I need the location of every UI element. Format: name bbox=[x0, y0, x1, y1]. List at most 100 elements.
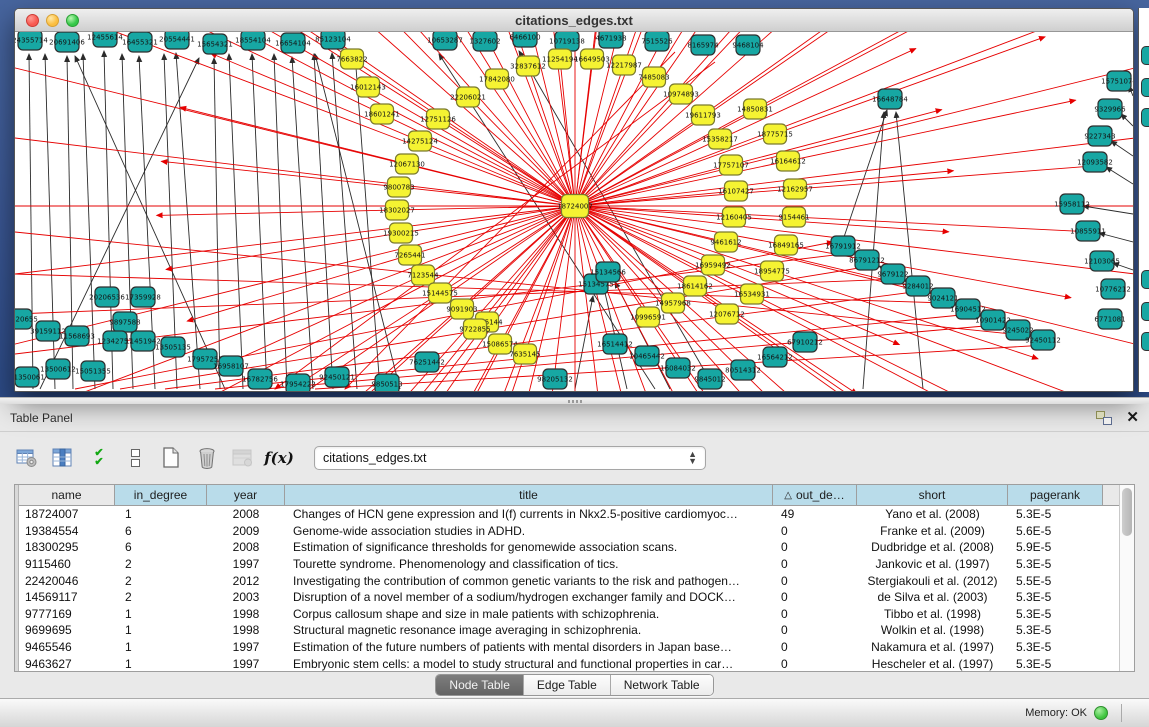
cell-in_degree[interactable]: 2 bbox=[115, 556, 207, 573]
graph-node[interactable]: 16455321 bbox=[122, 32, 158, 52]
graph-node[interactable]: 11254194 bbox=[542, 49, 578, 69]
cell-year[interactable]: 1998 bbox=[207, 622, 285, 639]
memory-status-icon[interactable] bbox=[1094, 706, 1108, 720]
cell-in_degree[interactable]: 1 bbox=[115, 622, 207, 639]
column-header-year[interactable]: year bbox=[207, 485, 285, 505]
column-header-out_de[interactable]: △out_de… bbox=[773, 485, 857, 505]
graph-node[interactable]: 20554441 bbox=[159, 32, 195, 49]
cell-short[interactable]: Franke et al. (2009) bbox=[857, 523, 1008, 540]
function-builder-icon[interactable]: f(x) bbox=[264, 443, 294, 473]
cell-title[interactable]: Investigating the contribution of common… bbox=[285, 572, 773, 589]
graph-node[interactable]: 1327602 bbox=[469, 32, 500, 51]
graph-node[interactable]: 7123544 bbox=[407, 265, 439, 285]
network-window[interactable]: citations_edges.txt 24355714206914061245… bbox=[14, 8, 1134, 392]
cell-short[interactable]: Tibbo et al. (1998) bbox=[857, 606, 1008, 623]
graph-node[interactable]: 12751126 bbox=[420, 109, 456, 129]
cell-pagerank[interactable]: 5.3E-5 bbox=[1008, 589, 1103, 606]
red-edge[interactable] bbox=[187, 206, 575, 321]
graph-node[interactable]: 12076712 bbox=[709, 304, 745, 324]
cell-title[interactable]: Genome-wide association studies in ADHD. bbox=[285, 523, 773, 540]
graph-node[interactable]: 9227343 bbox=[1084, 126, 1115, 146]
graph-node[interactable]: 16564212 bbox=[757, 347, 793, 367]
graph-node[interactable]: 9800783 bbox=[383, 177, 414, 197]
table-row[interactable]: 1830029562008Estimation of significance … bbox=[19, 539, 1119, 556]
cell-short[interactable]: Stergiakouli et al. (2012) bbox=[857, 572, 1008, 589]
cell-year[interactable]: 2003 bbox=[207, 589, 285, 606]
network-window-titlebar[interactable]: citations_edges.txt bbox=[15, 9, 1133, 32]
delete-column-icon[interactable] bbox=[192, 443, 222, 473]
cell-title[interactable]: Estimation of significance thresholds fo… bbox=[285, 539, 773, 556]
cell-short[interactable]: Nakamura et al. (1997) bbox=[857, 639, 1008, 656]
graph-node[interactable]: 15654321 bbox=[197, 34, 233, 54]
cell-name[interactable]: 9777169 bbox=[19, 606, 115, 623]
graph-node[interactable]: 7663822 bbox=[336, 49, 367, 69]
cell-in_degree[interactable]: 6 bbox=[115, 523, 207, 540]
black-edge[interactable] bbox=[896, 112, 923, 389]
cell-pagerank[interactable]: 5.3E-5 bbox=[1008, 655, 1103, 671]
graph-node[interactable]: 9468104 bbox=[732, 35, 764, 55]
column-header-title[interactable]: title bbox=[285, 485, 773, 505]
cell-name[interactable]: 18724007 bbox=[19, 506, 115, 523]
black-edge[interactable] bbox=[292, 57, 313, 389]
graph-node[interactable]: 9284012 bbox=[902, 276, 933, 296]
red-edge[interactable] bbox=[575, 206, 1071, 298]
graph-node[interactable]: 20691406 bbox=[49, 32, 85, 52]
graph-node[interactable]: 9679122 bbox=[877, 264, 908, 284]
black-edge[interactable] bbox=[1083, 206, 1133, 214]
table-row[interactable]: 969969511998Structural magnetic resonanc… bbox=[19, 622, 1119, 639]
graph-node[interactable]: 10776212 bbox=[1095, 279, 1131, 299]
black-edge[interactable] bbox=[274, 54, 287, 389]
graph-node[interactable]: 12162957 bbox=[777, 179, 813, 199]
tab-node-table[interactable]: Node Table bbox=[436, 675, 524, 695]
graph-node[interactable]: 9722855 bbox=[459, 319, 490, 339]
graph-node[interactable]: 9091903 bbox=[446, 299, 477, 319]
cell-pagerank[interactable]: 5.3E-5 bbox=[1008, 506, 1103, 523]
table-vertical-scrollbar[interactable] bbox=[1119, 485, 1134, 671]
graph-node[interactable]: 18601241 bbox=[364, 104, 400, 124]
cell-short[interactable]: Jankovic et al. (1997) bbox=[857, 556, 1008, 573]
column-header-pagerank[interactable]: pagerank bbox=[1008, 485, 1103, 505]
select-rows-icon[interactable]: ✔✔ bbox=[84, 443, 114, 473]
graph-node[interactable]: 32837612 bbox=[510, 56, 546, 76]
graph-node[interactable]: 16654104 bbox=[275, 33, 311, 53]
cell-out_de[interactable]: 0 bbox=[773, 523, 857, 540]
black-edge[interactable] bbox=[29, 54, 33, 389]
graph-node[interactable]: 9461612 bbox=[710, 232, 741, 252]
graph-node[interactable]: 15958112 bbox=[1054, 194, 1090, 214]
cell-year[interactable]: 1998 bbox=[207, 606, 285, 623]
red-edge[interactable] bbox=[96, 206, 575, 391]
black-edge[interactable] bbox=[252, 54, 267, 389]
cell-out_de[interactable]: 0 bbox=[773, 655, 857, 671]
table-row[interactable]: 911546021997Tourette syndrome. Phenomeno… bbox=[19, 556, 1119, 573]
graph-node[interactable]: 17757107 bbox=[713, 155, 749, 175]
graph-hub-node[interactable]: 18724007 bbox=[557, 195, 593, 218]
graph-node[interactable]: 16648784 bbox=[872, 89, 908, 109]
column-header-name[interactable]: name bbox=[19, 485, 115, 505]
cell-pagerank[interactable]: 5.9E-5 bbox=[1008, 539, 1103, 556]
graph-node[interactable]: 16084032 bbox=[660, 358, 696, 378]
cell-in_degree[interactable]: 1 bbox=[115, 606, 207, 623]
tab-edge-table[interactable]: Edge Table bbox=[524, 675, 611, 695]
graph-node[interactable]: 13500612 bbox=[40, 359, 76, 379]
graph-node[interactable]: 10855911 bbox=[1070, 221, 1106, 241]
cell-out_de[interactable]: 0 bbox=[773, 589, 857, 606]
graph-node[interactable]: 15051355 bbox=[75, 361, 111, 381]
cell-title[interactable]: Structural magnetic resonance image aver… bbox=[285, 622, 773, 639]
cell-name[interactable]: 14569117 bbox=[19, 589, 115, 606]
cell-out_de[interactable]: 0 bbox=[773, 639, 857, 656]
graph-node[interactable]: 24355714 bbox=[15, 32, 48, 50]
table-row[interactable]: 2242004622012Investigating the contribut… bbox=[19, 572, 1119, 589]
new-column-icon[interactable] bbox=[156, 443, 186, 473]
graph-node[interactable]: 12520655 bbox=[15, 309, 38, 329]
table-row[interactable]: 1938455462009Genome-wide association stu… bbox=[19, 523, 1119, 540]
graph-node[interactable]: 12103065 bbox=[1084, 251, 1120, 271]
cell-out_de[interactable]: 0 bbox=[773, 622, 857, 639]
column-header-in_degree[interactable]: in_degree bbox=[115, 485, 207, 505]
graph-node[interactable]: 85123104 bbox=[315, 32, 351, 49]
cell-short[interactable]: Hescheler et al. (1997) bbox=[857, 655, 1008, 671]
graph-node[interactable]: 15751074 bbox=[1101, 71, 1133, 91]
cell-name[interactable]: 9465546 bbox=[19, 639, 115, 656]
cell-title[interactable]: Embryonic stem cells: a model to study s… bbox=[285, 655, 773, 671]
cell-in_degree[interactable]: 1 bbox=[115, 655, 207, 671]
graph-node[interactable]: 12455614 bbox=[87, 32, 123, 47]
